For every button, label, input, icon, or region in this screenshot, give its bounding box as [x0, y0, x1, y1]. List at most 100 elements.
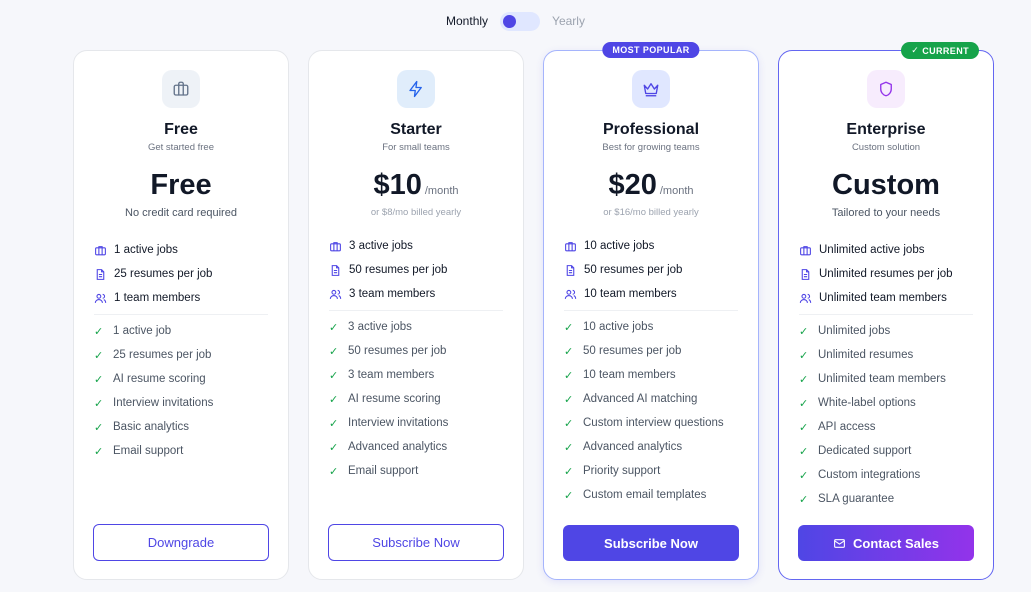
check-icon: ✓ — [94, 397, 104, 410]
feature-item: ✓ 1 active job — [94, 319, 268, 343]
feature-label: Priority support — [583, 465, 661, 477]
feature-item: ✓ Advanced analytics — [564, 435, 738, 459]
feature-item: ✓ Email support — [329, 459, 503, 483]
feature-label: Advanced analytics — [348, 441, 448, 453]
check-icon: ✓ — [564, 369, 574, 382]
check-icon: ✓ — [911, 45, 920, 55]
subscribe-now-button[interactable]: Subscribe Now — [328, 524, 504, 561]
limit-label: Unlimited team members — [819, 292, 947, 304]
feature-item: ✓ Basic analytics — [94, 415, 268, 439]
plan-name: Professional — [602, 121, 700, 138]
document-icon — [331, 264, 340, 276]
price-note: No credit card required — [125, 207, 237, 219]
feature-label: 25 resumes per job — [113, 349, 212, 361]
feature-label: Interview invitations — [113, 397, 214, 409]
feature-label: Custom integrations — [818, 469, 921, 481]
downgrade-button[interactable]: Downgrade — [93, 524, 269, 561]
feature-label: 10 team members — [583, 369, 676, 381]
feature-label: Unlimited jobs — [818, 325, 891, 337]
limit-item-jobs: Unlimited active jobs — [799, 238, 973, 262]
check-icon: ✓ — [799, 445, 809, 458]
limit-label: Unlimited active jobs — [819, 244, 925, 256]
feature-list: ✓ Unlimited jobs ✓ Unlimited resumes ✓ Unli… — [799, 319, 973, 511]
briefcase-icon — [800, 245, 811, 255]
check-icon: ✓ — [329, 417, 339, 430]
feature-label: SLA guarantee — [818, 493, 895, 505]
feature-item: ✓ 25 resumes per job — [94, 343, 268, 367]
shield-icon — [867, 70, 905, 108]
divider — [564, 310, 738, 311]
feature-item: ✓ API access — [799, 415, 973, 439]
check-icon: ✓ — [329, 393, 339, 406]
contact-sales-button[interactable]: Contact Sales — [798, 525, 974, 561]
check-icon: ✓ — [329, 369, 339, 382]
limit-label: 3 active jobs — [349, 240, 413, 252]
plan-subtitle: Best for growing teams — [602, 142, 700, 153]
check-icon: ✓ — [799, 349, 809, 362]
feature-item: ✓ AI resume scoring — [329, 387, 503, 411]
check-icon: ✓ — [94, 445, 104, 458]
price-row: Custom — [779, 169, 993, 202]
limit-item-jobs: 3 active jobs — [329, 234, 503, 258]
plan-subtitle: For small teams — [382, 142, 450, 153]
document-icon — [801, 268, 810, 280]
plan-card-starter: Starter For small teams $10 /month or $8… — [308, 50, 524, 580]
feature-item: ✓ Interview invitations — [329, 411, 503, 435]
subscribe-now-button[interactable]: Subscribe Now — [563, 525, 739, 561]
check-icon: ✓ — [329, 465, 339, 478]
feature-item: ✓ Unlimited jobs — [799, 319, 973, 343]
feature-label: Advanced AI matching — [583, 393, 698, 405]
feature-label: Email support — [348, 465, 419, 477]
feature-label: Custom email templates — [583, 489, 707, 501]
feature-item: ✓ Dedicated support — [799, 439, 973, 463]
users-icon — [329, 289, 342, 299]
billing-period-switch[interactable] — [500, 11, 541, 31]
check-icon: ✓ — [564, 489, 574, 502]
plan-name: Free — [164, 121, 198, 138]
feature-label: 1 active job — [113, 325, 172, 337]
check-icon: ✓ — [94, 421, 104, 434]
feature-item: ✓ SLA guarantee — [799, 487, 973, 511]
limit-item-members: 10 team members — [564, 282, 738, 306]
price-row: Free — [74, 169, 288, 202]
briefcase-icon — [565, 241, 576, 251]
feature-label: Email support — [113, 445, 184, 457]
plan-subtitle: Custom solution — [851, 142, 921, 153]
feature-list: ✓ 3 active jobs ✓ 50 resumes per job ✓ 3 te… — [329, 315, 503, 483]
feature-item: ✓ 50 resumes per job — [564, 339, 738, 363]
limit-item-members: 1 team members — [94, 286, 268, 310]
feature-item: ✓ Advanced analytics — [329, 435, 503, 459]
check-icon: ✓ — [564, 321, 574, 334]
feature-label: 10 active jobs — [583, 321, 654, 333]
price-row: $20 /month — [544, 169, 758, 202]
plan-price: Free — [150, 169, 212, 201]
feature-item: ✓ 3 active jobs — [329, 315, 503, 339]
limit-label: 3 team members — [349, 288, 436, 300]
users-icon — [564, 289, 577, 299]
plan-limits: Unlimited active jobs Unlimited resumes … — [799, 238, 973, 310]
mail-icon — [834, 538, 845, 548]
check-icon: ✓ — [564, 465, 574, 478]
feature-label: Dedicated support — [818, 445, 912, 457]
feature-item: ✓ Priority support — [564, 459, 738, 483]
limit-item-resumes: 50 resumes per job — [329, 258, 503, 282]
divider — [94, 314, 268, 315]
limit-item-resumes: 50 resumes per job — [564, 258, 738, 282]
limit-label: 10 team members — [584, 288, 677, 300]
yearly-label[interactable]: Yearly — [552, 14, 585, 28]
monthly-label[interactable]: Monthly — [446, 14, 488, 28]
feature-item: ✓ 10 active jobs — [564, 315, 738, 339]
feature-item: ✓ Custom interview questions — [564, 411, 738, 435]
feature-label: Advanced analytics — [583, 441, 683, 453]
check-icon: ✓ — [564, 441, 574, 454]
check-icon: ✓ — [94, 349, 104, 362]
check-icon: ✓ — [799, 373, 809, 386]
limit-item-jobs: 1 active jobs — [94, 238, 268, 262]
plan-limits: 10 active jobs 50 resumes per job 10 tea… — [564, 234, 738, 306]
plan-name: Starter — [390, 121, 442, 138]
document-icon — [566, 264, 575, 276]
limit-label: 50 resumes per job — [349, 264, 448, 276]
plan-limits: 1 active jobs 25 resumes per job 1 team … — [94, 238, 268, 310]
plan-price: Custom — [832, 169, 940, 201]
feature-label: Unlimited team members — [818, 373, 946, 385]
